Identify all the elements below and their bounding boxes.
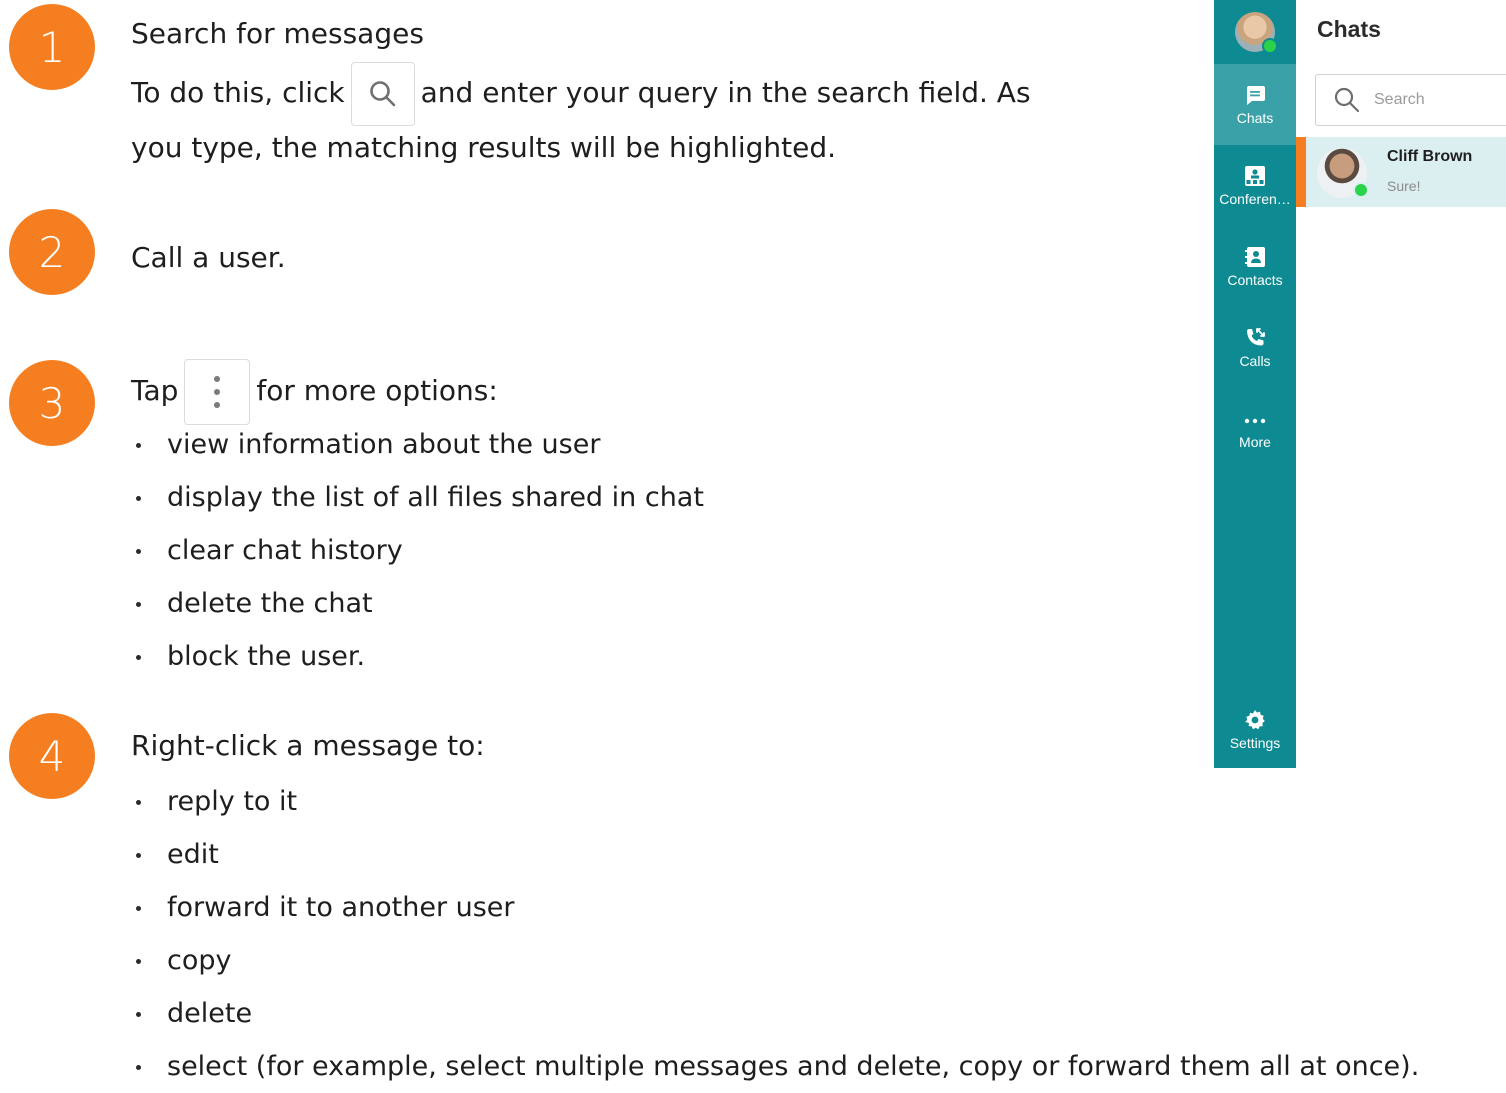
list-item: delete: [131, 987, 1419, 1040]
nav-item-chats[interactable]: Chats: [1214, 64, 1296, 145]
nav-label: Contacts: [1227, 272, 1283, 288]
step-3-badge: 3: [9, 360, 95, 446]
calls-icon: [1247, 328, 1265, 346]
step-1-badge: 1: [9, 4, 95, 90]
nav-item-conferences[interactable]: Conferen…: [1214, 145, 1296, 226]
online-indicator: [1353, 182, 1369, 198]
app-screenshot: Chats Conferen… Contacts Calls More Sett…: [1214, 0, 1506, 768]
conference-icon: [1245, 166, 1265, 186]
step-4-badge: 4: [9, 713, 95, 799]
nav-label: Conferen…: [1219, 191, 1291, 207]
step-3-title: Tap for more options:: [131, 359, 498, 425]
contacts-icon: [1245, 247, 1265, 267]
search-input[interactable]: Search: [1315, 74, 1506, 126]
step-3-options-list: view information about the user display …: [131, 418, 704, 683]
step-1-text-before: To do this, click: [131, 76, 345, 109]
step-1-text-after: and enter your query in the search field…: [420, 76, 1031, 109]
nav-label: Calls: [1239, 353, 1271, 369]
step-4-options-list: reply to it edit forward it to another u…: [131, 775, 1419, 1093]
step-1-line-2: To do this, click and enter your query i…: [131, 62, 1031, 126]
search-icon: [369, 81, 395, 107]
chat-last-message: Sure!: [1387, 178, 1421, 194]
list-item: select (for example, select multiple mes…: [131, 1040, 1419, 1093]
nav-label: Chats: [1236, 110, 1274, 126]
nav-item-contacts[interactable]: Contacts: [1214, 226, 1296, 307]
nav-item-settings[interactable]: Settings: [1214, 690, 1296, 768]
list-item: view information about the user: [131, 418, 704, 471]
list-item: reply to it: [131, 775, 1419, 828]
rail-header: [1214, 0, 1296, 64]
nav-label: More: [1239, 434, 1271, 450]
step-4-title: Right-click a message to:: [131, 729, 485, 762]
chat-icon: [1247, 86, 1265, 105]
list-item: display the list of all files shared in …: [131, 471, 704, 524]
list-item: delete the chat: [131, 577, 704, 630]
step-3-text-before: Tap: [131, 374, 179, 407]
inline-search-button: [350, 62, 415, 126]
step-1-title: Search for messages: [131, 17, 424, 50]
chat-contact-name: Cliff Brown: [1387, 148, 1473, 165]
avatar: [1317, 148, 1369, 198]
list-item: copy: [131, 934, 1419, 987]
search-placeholder: Search: [1374, 91, 1425, 108]
nav-item-calls[interactable]: Calls: [1214, 307, 1296, 388]
step-1-line-3: you type, the matching results will be h…: [131, 131, 837, 164]
inline-more-button: [184, 359, 251, 425]
step-3-text-after: for more options:: [256, 374, 498, 407]
nav-rail: Chats Conferen… Contacts Calls More Sett…: [1214, 0, 1296, 768]
list-item: edit: [131, 828, 1419, 881]
step-2-title: Call a user.: [131, 241, 286, 274]
avatar[interactable]: [1235, 12, 1278, 54]
chat-list-item[interactable]: Cliff Brown Sure!: [1296, 137, 1506, 207]
search-icon: [1334, 87, 1360, 113]
more-horizontal-icon: [1244, 418, 1266, 424]
gear-icon: [1245, 709, 1265, 729]
more-vertical-icon: [214, 376, 221, 408]
page-title: Chats: [1317, 16, 1381, 42]
chat-list-panel: Chats Search Cliff Brown Sure!: [1296, 0, 1506, 768]
online-indicator: [1262, 38, 1278, 54]
list-item: forward it to another user: [131, 881, 1419, 934]
nav-label: Settings: [1229, 734, 1281, 751]
step-2-badge: 2: [9, 209, 95, 295]
list-item: block the user.: [131, 630, 704, 683]
nav-item-more[interactable]: More: [1214, 388, 1296, 469]
list-item: clear chat history: [131, 524, 704, 577]
